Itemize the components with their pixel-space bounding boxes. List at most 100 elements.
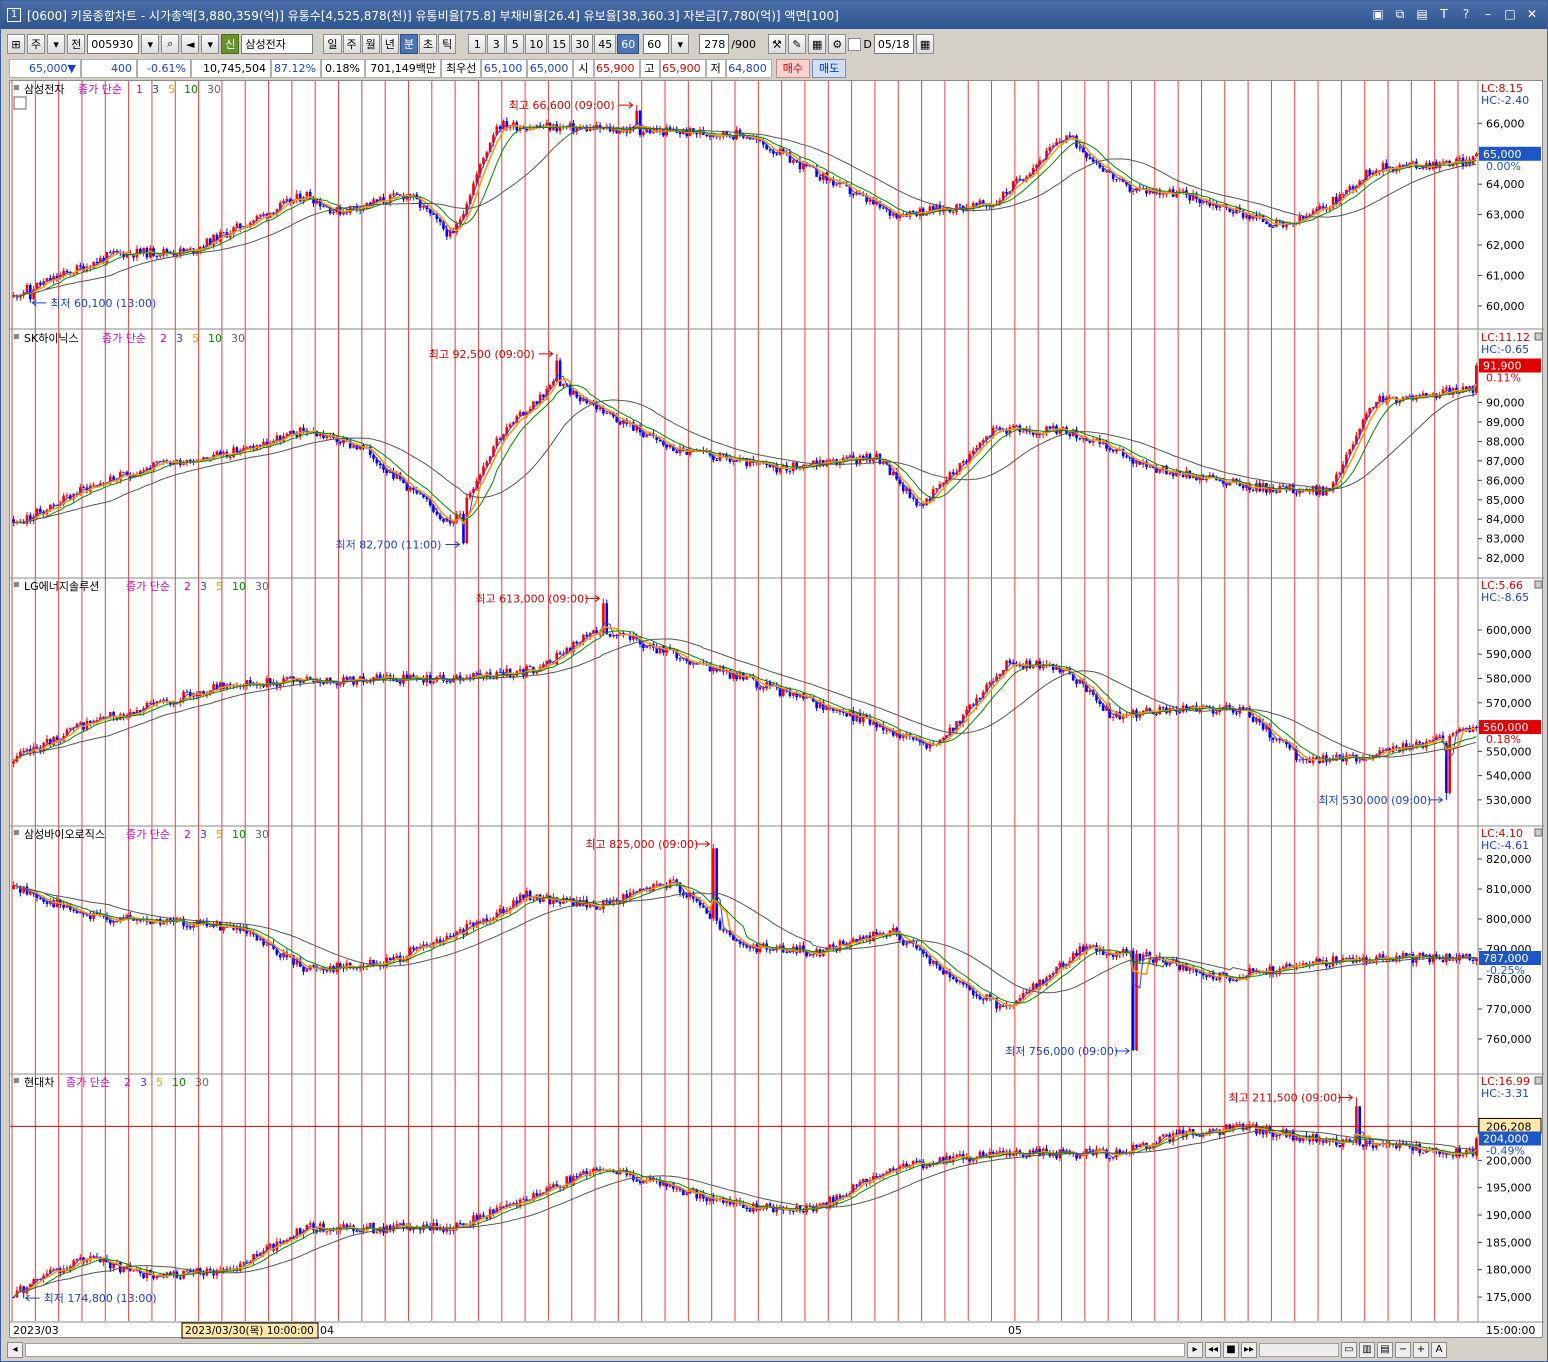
price-change: 400 [81, 58, 137, 78]
date-checkbox[interactable] [848, 37, 862, 51]
window-title: [0600] 키움종합차트 - 시가총액[3,880,359(억)] 유통수[4… [27, 8, 839, 23]
y-tick-label: 84,000 [1486, 513, 1525, 526]
interval-input[interactable]: 60 [643, 34, 670, 54]
buy-button[interactable]: 매수 [775, 58, 810, 78]
speaker-dropdown-icon[interactable]: ▾ [201, 34, 220, 54]
ma3-line [13, 880, 1477, 1008]
indicator-label: 종가 단순 [102, 332, 146, 345]
candle-body [898, 216, 902, 218]
candle-body [82, 487, 85, 489]
drawing-tool-icon[interactable]: ✎ [787, 34, 806, 54]
candle-body [435, 939, 439, 943]
candle-body [1378, 954, 1382, 957]
stop-icon[interactable]: ■ [1223, 1342, 1239, 1358]
candle-body [178, 248, 182, 255]
maximize-icon[interactable]: □ [1503, 7, 1517, 21]
interval-3-button[interactable]: 3 [487, 34, 506, 54]
high-annotation: 최고 211,500 (09:00) [1228, 1091, 1341, 1104]
y-tick-label: 83,000 [1486, 533, 1525, 546]
current-price: 65,000 ▼ [9, 58, 81, 78]
horizontal-scrollbar[interactable] [25, 1343, 1185, 1357]
candle-body [845, 456, 848, 458]
turnover-rate: 0.18% [321, 58, 365, 78]
candle-body [1161, 193, 1165, 195]
gear-icon[interactable]: ⚙ [828, 34, 847, 54]
ma-period-label: 2 [184, 828, 191, 841]
interval-30-button[interactable]: 30 [571, 34, 594, 54]
period-tab-3[interactable]: 년 [380, 34, 399, 54]
candle-body [675, 451, 678, 454]
calendar-icon[interactable]: ▦ [915, 34, 935, 54]
multi-stock-chart[interactable]: 66,00065,00064,00063,00062,00061,00060,0… [10, 81, 1544, 1339]
high-arrow-icon [618, 101, 634, 109]
stock-name-field[interactable]: 삼성전자 [241, 34, 314, 54]
fast-forward-icon[interactable]: ▸▸ [1241, 1342, 1257, 1358]
search-icon[interactable]: ⌕ [161, 34, 180, 54]
zoom-slider[interactable] [1259, 1343, 1339, 1357]
compare-icon[interactable]: ▤ [1377, 1342, 1393, 1358]
candle-body [605, 413, 609, 415]
zoom-in-icon[interactable]: + [1413, 1342, 1429, 1358]
zoom-out-icon[interactable]: − [1395, 1342, 1411, 1358]
interval-5-button[interactable]: 5 [506, 34, 525, 54]
text-size-icon[interactable]: T [1437, 7, 1451, 21]
indicator-label: 종가 단순 [78, 83, 122, 96]
copy-icon[interactable]: ⧉ [1393, 7, 1407, 21]
code-dropdown-icon[interactable]: ▾ [141, 34, 160, 54]
interval-dropdown-icon[interactable]: ▾ [671, 34, 690, 54]
week-menu-button[interactable]: 주 [27, 34, 46, 54]
scroll-right-icon[interactable]: ▸ [1187, 1342, 1203, 1358]
candle-body [122, 471, 125, 473]
candle-body [1048, 147, 1052, 151]
interval-10-button[interactable]: 10 [525, 34, 548, 54]
chart-type-icon[interactable]: ▥ [1359, 1342, 1375, 1358]
minimize-icon[interactable]: – [1481, 7, 1495, 21]
candle-body [332, 212, 335, 214]
screen-settings-icon[interactable]: ▤ [1415, 7, 1429, 21]
help-icon[interactable]: ? [1459, 7, 1473, 21]
save-icon[interactable]: ▦ [807, 34, 827, 54]
candle-body [1241, 485, 1245, 489]
candle-body [235, 223, 239, 228]
close-icon[interactable]: ✕ [1525, 7, 1539, 21]
interval-45-button[interactable]: 45 [594, 34, 617, 54]
date-input[interactable]: 05/18 [873, 34, 914, 54]
ma-period-label: 10 [232, 828, 246, 841]
best-bid: 65,000 [527, 58, 574, 78]
stock-code-input[interactable]: 005930 [87, 34, 140, 54]
candle-body [498, 438, 502, 440]
speaker-icon[interactable]: ◄ [181, 34, 200, 54]
candle-body [1418, 741, 1421, 743]
period-tab-2[interactable]: 월 [361, 34, 380, 54]
layout-icon[interactable]: ▣ [1371, 7, 1385, 21]
indicator-icon[interactable]: ⚒ [767, 34, 786, 54]
split-view-icon[interactable]: ▭ [1341, 1342, 1357, 1358]
interval-1-button[interactable]: 1 [468, 34, 487, 54]
chart-area[interactable]: 66,00065,00064,00063,00062,00061,00060,0… [9, 80, 1544, 1339]
period-tab-1[interactable]: 주 [342, 34, 361, 54]
period-tab-6[interactable]: 틱 [438, 34, 457, 54]
candle-body [1475, 1138, 1478, 1156]
font-size-icon[interactable]: A [1431, 1342, 1447, 1358]
chevron-down-icon[interactable]: ▾ [47, 34, 66, 54]
candle-body [578, 397, 582, 402]
bar-count-input[interactable]: 278 [699, 34, 730, 54]
chart-menu-icon[interactable]: ⊞ [7, 34, 25, 54]
prev-button[interactable]: 전 [67, 34, 86, 54]
period-tab-0[interactable]: 일 [323, 34, 342, 54]
candle-body [388, 957, 392, 960]
period-tab-4[interactable]: 분 [399, 34, 418, 54]
sell-button[interactable]: 매도 [812, 58, 847, 78]
candle-body [712, 848, 715, 919]
rewind-icon[interactable]: ◂◂ [1205, 1342, 1221, 1358]
new-stock-badge[interactable]: 신 [221, 34, 240, 54]
interval-60-button[interactable]: 60 [617, 34, 640, 54]
interval-15-button[interactable]: 15 [548, 34, 571, 54]
period-tab-5[interactable]: 초 [419, 34, 438, 54]
candle-body [1411, 954, 1415, 963]
candle-body [655, 883, 659, 885]
crosshair-price: 206,208 [1486, 1120, 1532, 1133]
hc-label: HC:-0.65 [1481, 343, 1529, 356]
candle-body [265, 678, 269, 687]
scroll-left-icon[interactable]: ◂ [7, 1342, 23, 1358]
